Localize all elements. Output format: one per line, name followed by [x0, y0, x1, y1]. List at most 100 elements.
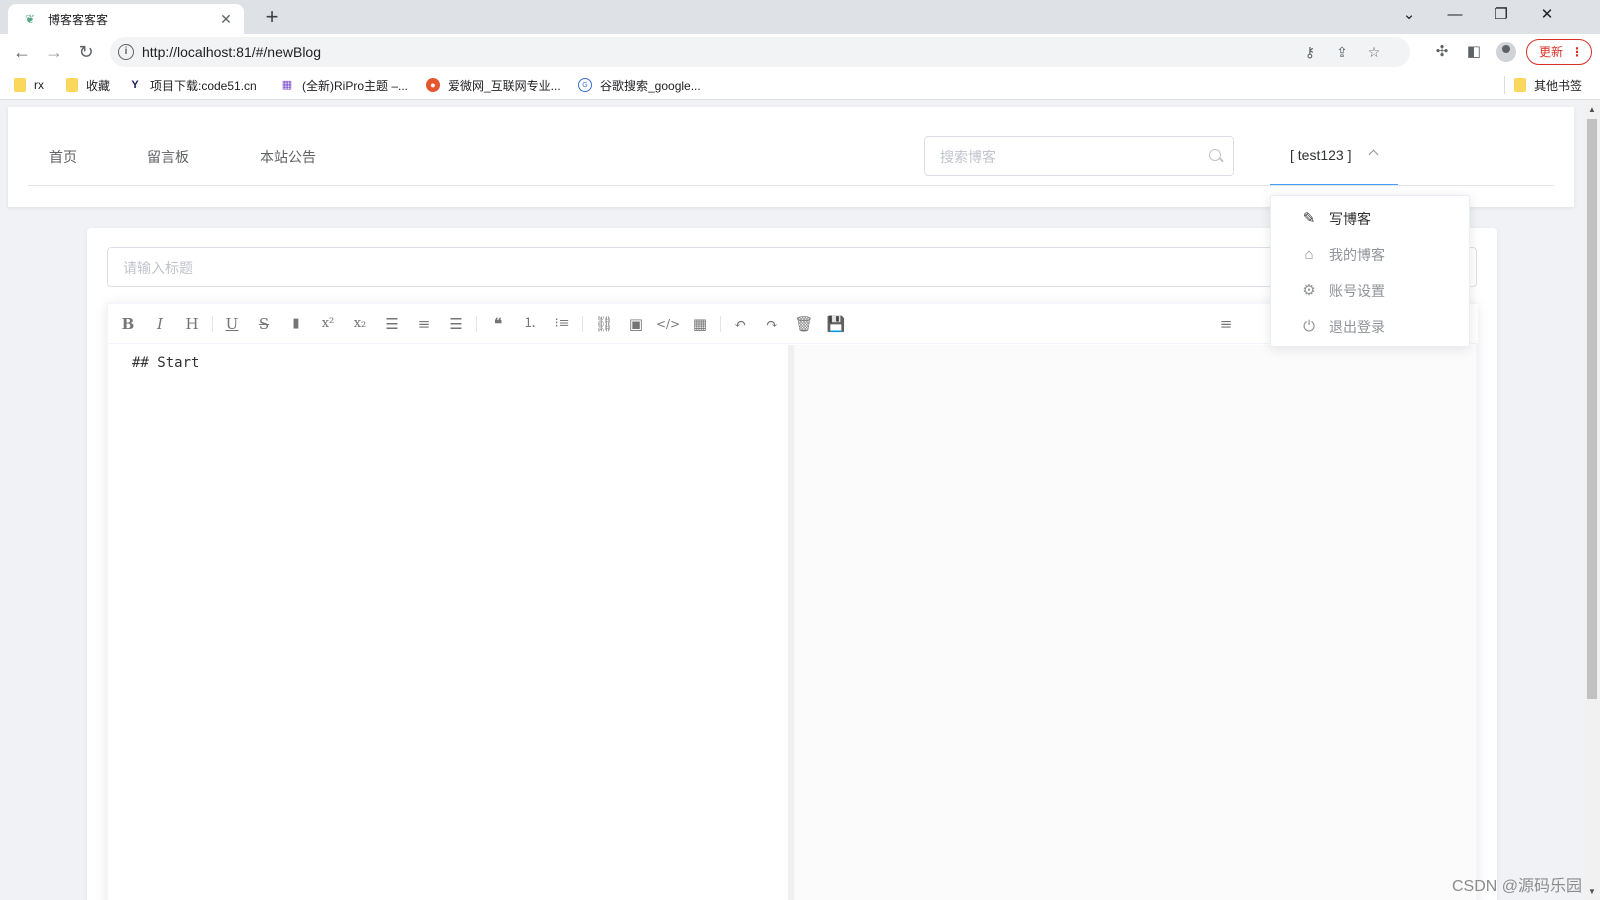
nav-message-board[interactable]: 留言板	[147, 147, 189, 167]
bookmark-divider	[1504, 76, 1505, 94]
watermark: CSDN @源码乐园	[1452, 878, 1583, 895]
site-icon: ▦	[281, 79, 293, 91]
home-icon: ⌂	[1304, 246, 1314, 263]
search-box	[924, 136, 1234, 176]
title-input[interactable]	[123, 258, 1423, 278]
strikethrough-icon[interactable]: S	[252, 313, 276, 335]
markdown-editor: B I H U S ▮ x² x₂ ☰ ≡ ☰ ❝ ⒈ ⁝≡ ⛓ ▣ </> ▦…	[107, 303, 1478, 900]
power-icon: ⏻	[1303, 318, 1315, 335]
update-button[interactable]: 更新 ⋮	[1526, 39, 1592, 65]
underline-icon[interactable]: U	[220, 313, 244, 335]
page-scrollbar[interactable]: ▲ ▼	[1584, 101, 1600, 900]
site-header: 首页 留言板 本站公告 [ test123 ] ✎ 写博客 ⌂ 我的博客 ⚙ 账…	[8, 107, 1574, 347]
user-menu[interactable]: [ test123 ]	[1270, 107, 1398, 186]
italic-icon[interactable]: I	[148, 313, 172, 335]
star-icon[interactable]: ☆	[1364, 42, 1384, 62]
bookmark-item[interactable]: Y 项目下载:code51.cn	[128, 76, 256, 94]
side-panel-icon[interactable]: ◧	[1462, 40, 1486, 64]
subscript-icon[interactable]: x₂	[348, 313, 372, 335]
url-text[interactable]: http://localhost:81/#/newBlog	[142, 44, 321, 60]
other-bookmarks[interactable]: 其他书签	[1514, 76, 1582, 94]
source-text: ## Start	[132, 355, 200, 371]
bookmark-item[interactable]: rx	[14, 76, 44, 94]
table-icon[interactable]: ▦	[688, 313, 712, 335]
address-bar[interactable]: i http://localhost:81/#/newBlog ⚷ ⇪ ☆	[110, 37, 1410, 67]
image-icon[interactable]: ▣	[624, 313, 648, 335]
key-icon[interactable]: ⚷	[1300, 42, 1320, 62]
code-icon[interactable]: </>	[656, 313, 680, 335]
align-center-icon[interactable]: ≡	[412, 313, 436, 335]
info-icon[interactable]: i	[118, 44, 134, 60]
save-icon[interactable]: 💾	[824, 313, 848, 335]
menu-item-write-blog[interactable]: ✎ 写博客	[1271, 201, 1471, 237]
toolbar-separator	[212, 316, 213, 332]
leaf-icon: ❦	[24, 12, 36, 26]
undo-icon[interactable]: ↶	[728, 313, 752, 335]
extensions-icon[interactable]: ✣	[1430, 40, 1454, 64]
redo-icon[interactable]: ↷	[760, 313, 784, 335]
new-tab-button[interactable]: +	[260, 6, 284, 30]
page-viewport: 首页 留言板 本站公告 [ test123 ] ✎ 写博客 ⌂ 我的博客 ⚙ 账…	[0, 101, 1584, 900]
gear-icon: ⚙	[1302, 282, 1316, 299]
scroll-up-icon[interactable]: ▲	[1588, 105, 1596, 114]
toolbar-separator	[582, 316, 583, 332]
share-icon[interactable]: ⇪	[1332, 42, 1352, 62]
ordered-list-icon[interactable]: ⒈	[518, 313, 542, 335]
reload-button[interactable]: ↻	[74, 40, 98, 64]
back-button[interactable]: ←	[10, 40, 34, 64]
chevron-down-icon[interactable]: ⌄	[1386, 0, 1432, 32]
more-icon: ⋮	[1571, 45, 1583, 59]
folder-icon	[66, 78, 78, 92]
nav-announcements[interactable]: 本站公告	[260, 147, 316, 167]
scroll-down-icon[interactable]: ▼	[1588, 887, 1596, 896]
restore-button[interactable]: ❐	[1478, 0, 1524, 32]
align-left-icon[interactable]: ☰	[380, 313, 404, 335]
y-logo-icon: Y	[131, 79, 139, 91]
window-close-button[interactable]: ✕	[1524, 0, 1570, 32]
edit-icon: ✎	[1302, 210, 1316, 227]
toolbar-separator	[720, 316, 721, 332]
heading-icon[interactable]: H	[180, 313, 204, 335]
scroll-thumb[interactable]	[1587, 119, 1597, 699]
browser-tab-strip: ❦ 博客客客客 ✕ + ⌄ — ❐ ✕	[0, 0, 1600, 34]
bookmarks-bar: rx 收藏 Y 项目下载:code51.cn ▦ (全新)RiPro主题 –..…	[0, 70, 1600, 100]
folder-icon	[14, 78, 26, 92]
markdown-preview-pane	[794, 345, 1476, 900]
unordered-list-icon[interactable]: ⁝≡	[550, 313, 574, 335]
search-icon[interactable]	[1209, 149, 1221, 161]
bookmark-item[interactable]: ● 爱微网_互联网专业...	[426, 76, 561, 94]
bookmark-item[interactable]: G 谷歌搜索_google...	[578, 76, 701, 94]
markdown-source-pane[interactable]: ## Start	[108, 345, 788, 900]
site-icon: G	[578, 78, 592, 92]
bold-icon[interactable]: B	[116, 313, 140, 335]
toolbar-separator	[476, 316, 477, 332]
user-dropdown-menu: ✎ 写博客 ⌂ 我的博客 ⚙ 账号设置 ⏻ 退出登录	[1270, 195, 1470, 347]
update-label: 更新	[1539, 45, 1564, 59]
bookmark-item[interactable]: 收藏	[66, 76, 110, 94]
folder-icon	[1514, 78, 1526, 92]
align-right-icon[interactable]: ☰	[444, 313, 468, 335]
browser-tab[interactable]: ❦ 博客客客客 ✕	[8, 4, 244, 34]
browser-toolbar: ← → ↻ i http://localhost:81/#/newBlog ⚷ …	[0, 34, 1600, 70]
navigation-icon[interactable]: ≡	[1214, 313, 1238, 335]
header-divider	[28, 185, 1554, 186]
chevron-up-icon	[1368, 149, 1379, 160]
nav-home[interactable]: 首页	[49, 147, 77, 167]
menu-item-my-blogs[interactable]: ⌂ 我的博客	[1271, 237, 1471, 273]
search-input[interactable]	[940, 147, 1190, 167]
link-icon[interactable]: ⛓	[592, 313, 616, 335]
minimize-button[interactable]: —	[1432, 0, 1478, 32]
superscript-icon[interactable]: x²	[316, 313, 340, 335]
menu-item-account-settings[interactable]: ⚙ 账号设置	[1271, 273, 1471, 309]
menu-item-logout[interactable]: ⏻ 退出登录	[1271, 309, 1471, 345]
username-label: [ test123 ]	[1290, 147, 1352, 163]
trash-icon[interactable]: 🗑	[792, 313, 816, 335]
tab-title: 博客客客客	[48, 12, 109, 27]
profile-avatar[interactable]	[1496, 42, 1516, 62]
forward-button[interactable]: →	[42, 40, 66, 64]
quote-icon[interactable]: ❝	[486, 313, 510, 335]
mark-icon[interactable]: ▮	[284, 313, 308, 335]
site-icon: ●	[426, 78, 440, 92]
close-icon[interactable]: ✕	[218, 11, 234, 27]
bookmark-item[interactable]: ▦ (全新)RiPro主题 –...	[280, 76, 408, 94]
